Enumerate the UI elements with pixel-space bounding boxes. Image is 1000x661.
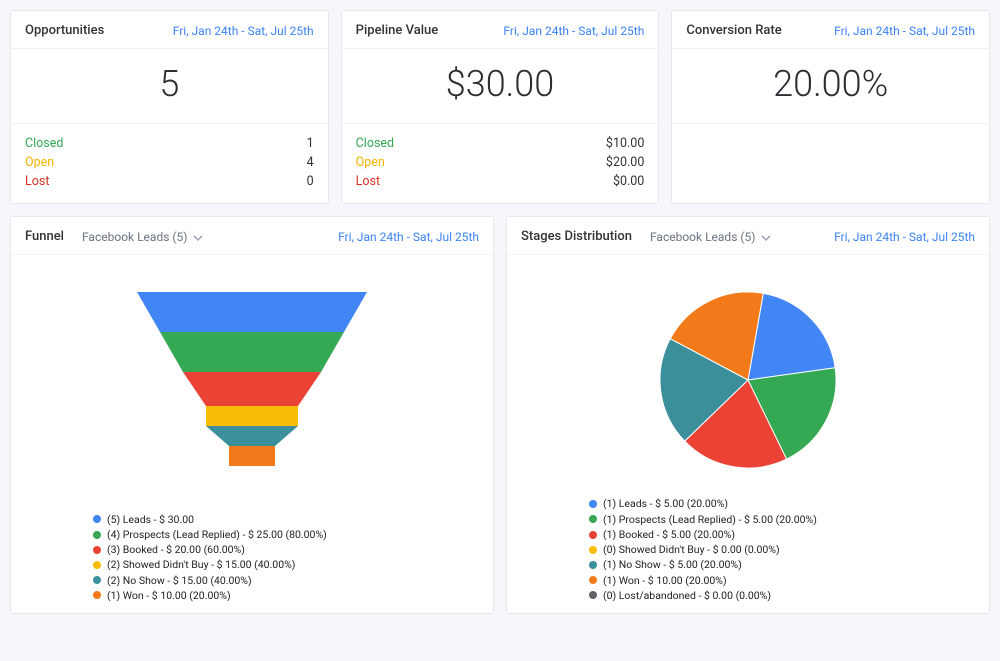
card-title: Opportunities — [25, 23, 104, 38]
funnel-pipeline-dropdown[interactable]: Facebook Leads (5) — [82, 230, 203, 244]
card-title: Funnel — [25, 229, 64, 244]
legend-dot — [589, 591, 597, 599]
card-title: Pipeline Value — [356, 23, 439, 38]
date-range[interactable]: Fri, Jan 24th - Sat, Jul 25th — [173, 24, 314, 38]
pipeline-value: $30.00 — [342, 49, 659, 124]
legend-dot — [589, 546, 597, 554]
card-stages-distribution: Stages Distribution Facebook Leads (5) F… — [506, 216, 990, 614]
legend-item: (2) Showed Didn't Buy - $ 15.00 (40.00%) — [93, 557, 481, 572]
date-range[interactable]: Fri, Jan 24th - Sat, Jul 25th — [834, 24, 975, 38]
legend-label: (2) Showed Didn't Buy - $ 15.00 (40.00%) — [107, 557, 295, 572]
value-open: $20.00 — [606, 155, 644, 170]
legend-item: (1) Won - $ 10.00 (20.00%) — [93, 588, 481, 603]
label-open: Open — [25, 155, 54, 170]
value-lost: $0.00 — [613, 174, 644, 189]
legend-label: (0) Showed Didn't Buy - $ 0.00 (0.00%) — [603, 542, 780, 557]
chevron-down-icon — [761, 232, 771, 242]
legend-dot — [589, 561, 597, 569]
stages-pie-chart — [519, 263, 977, 496]
funnel-chart — [23, 263, 481, 512]
legend-label: (4) Prospects (Lead Replied) - $ 25.00 (… — [107, 527, 327, 542]
card-conversion-rate: Conversion Rate Fri, Jan 24th - Sat, Jul… — [671, 10, 990, 204]
legend-dot — [93, 531, 101, 539]
legend-label: (1) No Show - $ 5.00 (20.00%) — [603, 557, 742, 572]
stages-legend: (1) Leads - $ 5.00 (20.00%)(1) Prospects… — [519, 496, 977, 603]
date-range[interactable]: Fri, Jan 24th - Sat, Jul 25th — [834, 230, 975, 244]
card-pipeline-value: Pipeline Value Fri, Jan 24th - Sat, Jul … — [341, 10, 660, 204]
card-header: Stages Distribution Facebook Leads (5) F… — [507, 217, 989, 255]
opportunities-value: 5 — [11, 49, 328, 124]
value-lost: 0 — [307, 174, 314, 189]
legend-label: (1) Won - $ 10.00 (20.00%) — [107, 588, 231, 603]
legend-label: (0) Lost/abandoned - $ 0.00 (0.00%) — [603, 588, 771, 603]
legend-item: (4) Prospects (Lead Replied) - $ 25.00 (… — [93, 527, 481, 542]
card-opportunities: Opportunities Fri, Jan 24th - Sat, Jul 2… — [10, 10, 329, 204]
label-open: Open — [356, 155, 385, 170]
legend-item: (1) Prospects (Lead Replied) - $ 5.00 (2… — [589, 512, 977, 527]
funnel-legend: (5) Leads - $ 30.00(4) Prospects (Lead R… — [23, 512, 481, 603]
legend-label: (2) No Show - $ 15.00 (40.00%) — [107, 573, 252, 588]
dropdown-label: Facebook Leads (5) — [650, 230, 755, 244]
card-title: Conversion Rate — [686, 23, 781, 38]
legend-item: (1) Leads - $ 5.00 (20.00%) — [589, 496, 977, 511]
legend-item: (2) No Show - $ 15.00 (40.00%) — [93, 573, 481, 588]
legend-dot — [93, 576, 101, 584]
legend-dot — [93, 591, 101, 599]
legend-dot — [93, 515, 101, 523]
legend-item: (1) Won - $ 10.00 (20.00%) — [589, 573, 977, 588]
legend-label: (5) Leads - $ 30.00 — [107, 512, 194, 527]
conversion-value: 20.00% — [672, 49, 989, 124]
date-range[interactable]: Fri, Jan 24th - Sat, Jul 25th — [503, 24, 644, 38]
card-header: Conversion Rate Fri, Jan 24th - Sat, Jul… — [672, 11, 989, 49]
dropdown-label: Facebook Leads (5) — [82, 230, 187, 244]
value-closed: $10.00 — [606, 136, 644, 151]
legend-label: (1) Prospects (Lead Replied) - $ 5.00 (2… — [603, 512, 817, 527]
card-funnel: Funnel Facebook Leads (5) Fri, Jan 24th … — [10, 216, 494, 614]
card-header: Funnel Facebook Leads (5) Fri, Jan 24th … — [11, 217, 493, 255]
legend-label: (1) Won - $ 10.00 (20.00%) — [603, 573, 727, 588]
value-open: 4 — [307, 155, 314, 170]
legend-dot — [589, 531, 597, 539]
legend-item: (3) Booked - $ 20.00 (60.00%) — [93, 542, 481, 557]
legend-dot — [93, 561, 101, 569]
value-closed: 1 — [307, 136, 314, 151]
legend-item: (1) Booked - $ 5.00 (20.00%) — [589, 527, 977, 542]
card-header: Opportunities Fri, Jan 24th - Sat, Jul 2… — [11, 11, 328, 49]
legend-item: (0) Lost/abandoned - $ 0.00 (0.00%) — [589, 588, 977, 603]
legend-label: (3) Booked - $ 20.00 (60.00%) — [107, 542, 245, 557]
stages-pipeline-dropdown[interactable]: Facebook Leads (5) — [650, 230, 771, 244]
legend-item: (0) Showed Didn't Buy - $ 0.00 (0.00%) — [589, 542, 977, 557]
pipeline-breakdown: Closed $10.00 Open $20.00 Lost $0.00 — [342, 124, 659, 203]
card-title: Stages Distribution — [521, 229, 632, 244]
label-lost: Lost — [356, 174, 380, 189]
legend-dot — [589, 500, 597, 508]
legend-dot — [589, 515, 597, 523]
legend-dot — [93, 546, 101, 554]
legend-dot — [589, 576, 597, 584]
label-lost: Lost — [25, 174, 49, 189]
chevron-down-icon — [193, 232, 203, 242]
label-closed: Closed — [356, 136, 394, 151]
legend-label: (1) Leads - $ 5.00 (20.00%) — [603, 496, 728, 511]
card-header: Pipeline Value Fri, Jan 24th - Sat, Jul … — [342, 11, 659, 49]
legend-item: (1) No Show - $ 5.00 (20.00%) — [589, 557, 977, 572]
legend-label: (1) Booked - $ 5.00 (20.00%) — [603, 527, 735, 542]
label-closed: Closed — [25, 136, 63, 151]
legend-item: (5) Leads - $ 30.00 — [93, 512, 481, 527]
date-range[interactable]: Fri, Jan 24th - Sat, Jul 25th — [338, 230, 479, 244]
opportunities-breakdown: Closed 1 Open 4 Lost 0 — [11, 124, 328, 203]
